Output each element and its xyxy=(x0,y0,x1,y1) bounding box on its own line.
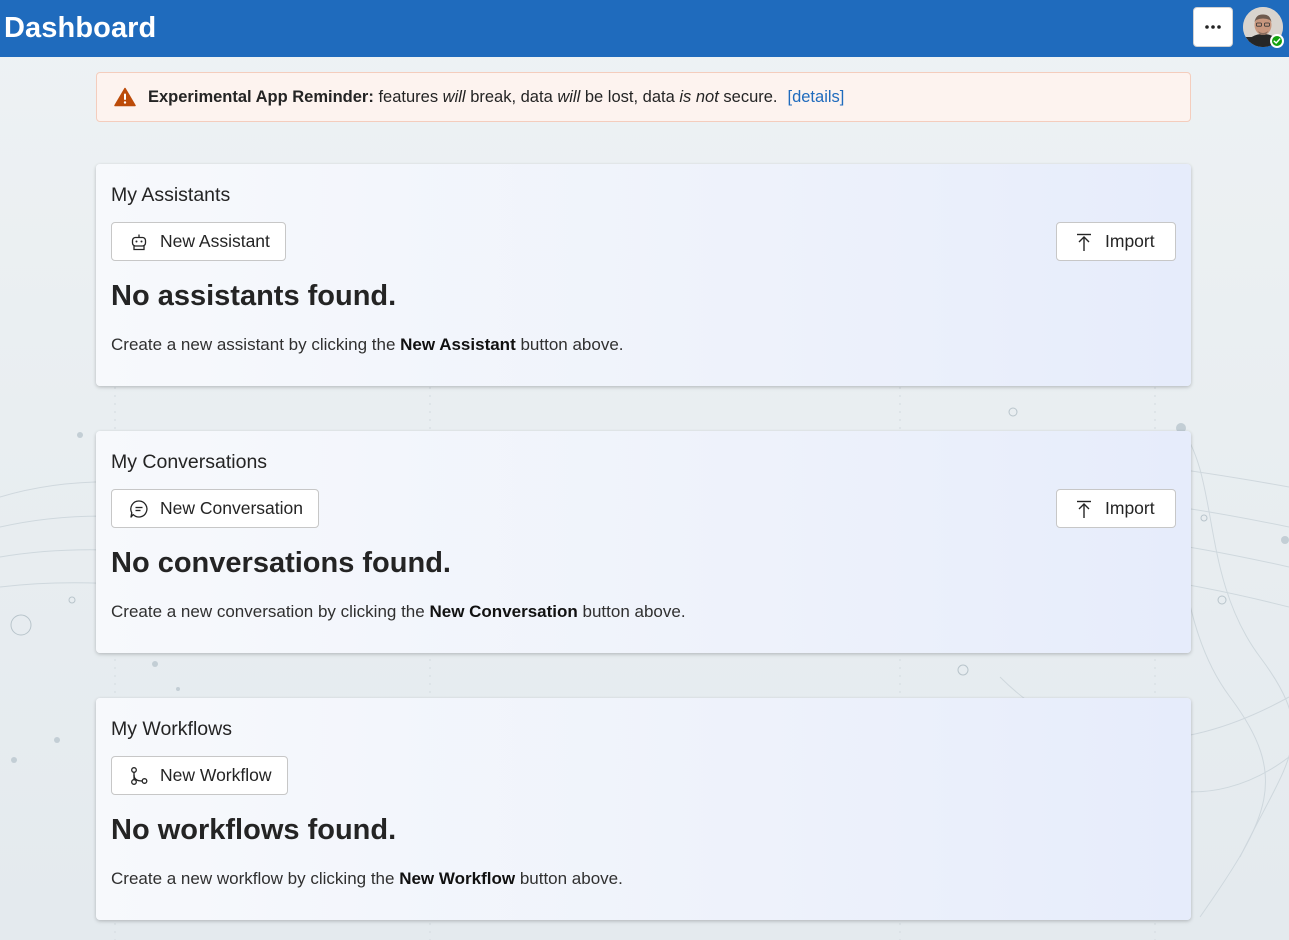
banner-text: be lost, data xyxy=(584,87,675,106)
banner-text: features xyxy=(378,87,439,106)
button-label: New Workflow xyxy=(160,765,272,785)
button-label: New Conversation xyxy=(160,498,303,518)
button-label: New Assistant xyxy=(160,231,270,251)
experimental-warning-banner: Experimental App Reminder: features will… xyxy=(96,72,1191,122)
warning-icon xyxy=(114,87,136,107)
section-title: My Assistants xyxy=(111,184,231,206)
new-conversation-button[interactable]: New Conversation xyxy=(111,489,319,528)
empty-state-title: No conversations found. xyxy=(111,547,451,579)
banner-label: Experimental App Reminder: xyxy=(148,87,374,106)
banner-emphasis: will xyxy=(442,87,466,106)
details-link[interactable]: [details] xyxy=(788,88,845,107)
more-options-button[interactable] xyxy=(1193,7,1233,47)
description-bold: New Workflow xyxy=(399,869,516,888)
empty-state-description: Create a new assistant by clicking the N… xyxy=(111,335,624,355)
chat-icon xyxy=(130,499,148,518)
page-title: Dashboard xyxy=(4,12,157,44)
description-bold: New Conversation xyxy=(429,602,578,621)
bot-icon xyxy=(131,234,147,250)
ellipsis-icon xyxy=(1205,25,1221,29)
empty-state-description: Create a new conversation by clicking th… xyxy=(111,602,686,622)
section-title: My Workflows xyxy=(111,718,232,740)
import-conversation-button[interactable]: Import xyxy=(1056,489,1176,528)
available-check-icon xyxy=(1273,38,1281,44)
description-text: button above. xyxy=(519,869,623,888)
workflows-section: My Workflows New Workflow No workflows f… xyxy=(96,698,1191,920)
arrow-upload-icon xyxy=(1077,500,1091,518)
workflow-icon xyxy=(131,766,148,785)
new-workflow-button[interactable]: New Workflow xyxy=(111,756,288,795)
top-bar: Dashboard xyxy=(0,0,1289,57)
description-bold: New Assistant xyxy=(400,335,516,354)
empty-state-title: No workflows found. xyxy=(111,814,397,846)
banner-emphasis: is not xyxy=(679,87,719,106)
empty-state-title: No assistants found. xyxy=(111,280,397,312)
arrow-upload-icon xyxy=(1077,233,1091,251)
button-label: Import xyxy=(1105,231,1155,251)
description-text: Create a new conversation by clicking th… xyxy=(111,602,425,621)
banner-emphasis: will xyxy=(557,87,581,106)
description-text: Create a new assistant by clicking the xyxy=(111,335,396,354)
banner-text: break, data xyxy=(470,87,553,106)
button-label: Import xyxy=(1105,498,1155,518)
section-title: My Conversations xyxy=(111,451,268,473)
assistants-section: My Assistants New Assistant Import No as… xyxy=(96,164,1191,386)
banner-text: secure. xyxy=(723,87,778,106)
description-text: Create a new workflow by clicking the xyxy=(111,869,395,888)
import-assistant-button[interactable]: Import xyxy=(1056,222,1176,261)
conversations-section: My Conversations New Conversation Import… xyxy=(96,431,1191,653)
presence-badge xyxy=(1270,34,1284,48)
description-text: button above. xyxy=(582,602,686,621)
empty-state-description: Create a new workflow by clicking the Ne… xyxy=(111,869,623,889)
new-assistant-button[interactable]: New Assistant xyxy=(111,222,286,261)
description-text: button above. xyxy=(520,335,624,354)
